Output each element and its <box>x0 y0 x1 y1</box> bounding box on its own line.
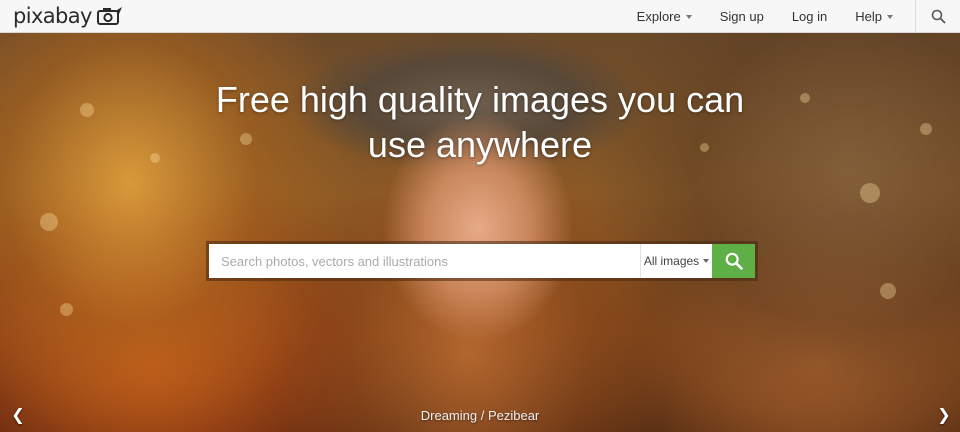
nav-explore-label: Explore <box>636 9 681 24</box>
nav-help-label: Help <box>855 9 882 24</box>
main-nav: Explore Sign up Log in Help <box>623 0 960 33</box>
hero-search-form: All images <box>209 244 755 278</box>
image-type-select[interactable]: All images <box>640 244 712 278</box>
chevron-down-icon <box>703 259 710 263</box>
nav-explore[interactable]: Explore <box>623 0 706 33</box>
search-submit-button[interactable] <box>712 244 755 278</box>
nav-sign-up[interactable]: Sign up <box>706 0 778 33</box>
image-type-selected: All images <box>643 254 700 268</box>
nav-log-in[interactable]: Log in <box>778 0 841 33</box>
hero-headline: Free high quality images you can use any… <box>0 77 960 167</box>
bokeh-light <box>60 303 73 316</box>
pixabay-logo[interactable]: pixabay <box>13 2 123 30</box>
top-navigation-bar: pixabay Explore Sign up Log in Help <box>0 0 960 33</box>
camera-icon <box>96 7 122 25</box>
chevron-down-icon <box>685 15 692 19</box>
logo-text: pixabay <box>13 3 92 28</box>
hero-search-box: All images <box>206 241 758 281</box>
chevron-right-icon[interactable]: ❯ <box>934 406 954 426</box>
hero-headline-line2: use anywhere <box>367 124 593 165</box>
chevron-down-icon <box>887 15 893 19</box>
hero-headline-line1: Free high quality images you can <box>215 79 745 120</box>
nav-log-in-label: Log in <box>791 9 828 24</box>
hero-banner: Free high quality images you can use any… <box>0 33 960 432</box>
search-icon <box>725 252 743 270</box>
bokeh-light <box>860 183 880 203</box>
bokeh-light <box>880 283 896 299</box>
search-icon <box>931 9 946 24</box>
nav-search-button[interactable] <box>916 0 960 33</box>
hero-image-caption[interactable]: Dreaming / Pezibear <box>0 408 960 423</box>
search-input[interactable] <box>209 244 640 278</box>
nav-help[interactable]: Help <box>841 0 907 33</box>
nav-sign-up-label: Sign up <box>719 9 764 24</box>
bokeh-light <box>40 213 58 231</box>
